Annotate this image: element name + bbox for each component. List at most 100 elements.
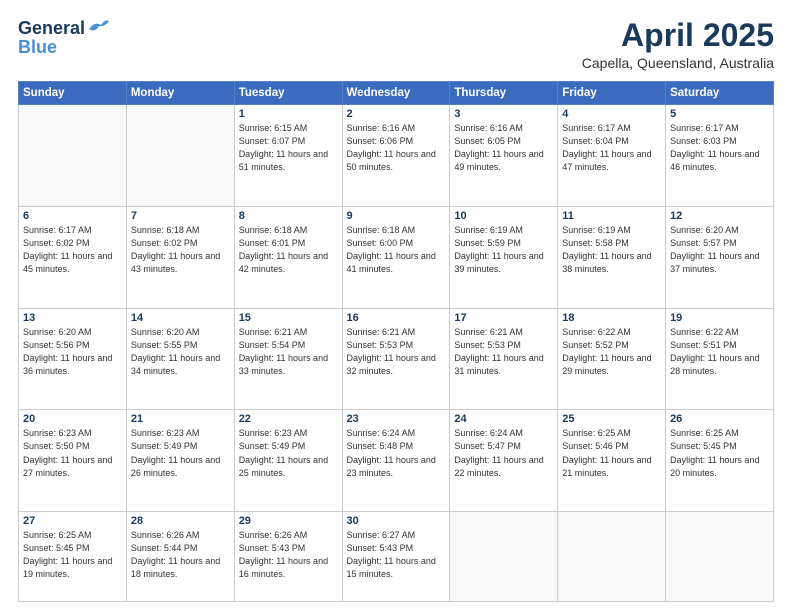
calendar-cell: 12 Sunrise: 6:20 AM Sunset: 5:57 PM Dayli… [666,206,774,308]
calendar-cell [558,512,666,602]
day-detail: Sunrise: 6:15 AM Sunset: 6:07 PM Dayligh… [239,122,338,174]
logo-blue-text: Blue [18,37,57,58]
day-detail: Sunrise: 6:26 AM Sunset: 5:43 PM Dayligh… [239,529,338,581]
calendar-cell: 29Sunrise: 6:26 AM Sunset: 5:43 PM Dayli… [234,512,342,602]
month-title: April 2025 [582,18,774,53]
day-number: 17 [454,312,553,324]
day-detail: Sunrise: 6:25 AM Sunset: 5:45 PM Dayligh… [23,529,122,581]
calendar-cell: 13Sunrise: 6:20 AM Sunset: 5:56 PM Dayli… [19,308,127,410]
location-text: Capella, Queensland, Australia [582,55,774,71]
calendar-cell: 28 Sunrise: 6:26 AM Sunset: 5:44 PM Dayli… [126,512,234,602]
calendar-cell: 2Sunrise: 6:16 AM Sunset: 6:06 PM Daylig… [342,105,450,207]
day-detail: Sunrise: 6:21 AM Sunset: 5:53 PM Dayligh… [347,326,446,378]
calendar-cell [126,105,234,207]
calendar-cell: 6 Sunrise: 6:17 AM Sunset: 6:02 PM Daylig… [19,206,127,308]
day-number: 20 [23,413,122,425]
calendar-cell: 3 Sunrise: 6:16 AM Sunset: 6:05 PM Daylig… [450,105,558,207]
calendar-cell: 15 Sunrise: 6:21 AM Sunset: 5:54 PM Dayli… [234,308,342,410]
day-detail: Sunrise: 6:17 AM Sunset: 6:02 PM Dayligh… [23,224,122,276]
day-number: 23 [347,413,446,425]
day-number: 24 [454,413,553,425]
calendar-row-1: 1 Sunrise: 6:15 AM Sunset: 6:07 PM Daylig… [19,105,774,207]
day-number: 27 [23,515,122,527]
day-detail: Sunrise: 6:25 AM Sunset: 5:45 PM Dayligh… [670,427,769,479]
day-number: 10 [454,210,553,222]
day-number: 5 [670,108,769,120]
day-number: 16 [347,312,446,324]
day-number: 11 [562,210,661,222]
calendar-cell: 5 Sunrise: 6:17 AM Sunset: 6:03 PM Daylig… [666,105,774,207]
day-detail: Sunrise: 6:20 AM Sunset: 5:56 PM Dayligh… [23,326,122,378]
day-number: 18 [562,312,661,324]
day-number: 6 [23,210,122,222]
day-detail: Sunrise: 6:17 AM Sunset: 6:04 PM Dayligh… [562,122,661,174]
calendar-header-row: Sunday Monday Tuesday Wednesday Thursday… [19,82,774,105]
day-detail: Sunrise: 6:20 AM Sunset: 5:57 PM Dayligh… [670,224,769,276]
day-detail: Sunrise: 6:18 AM Sunset: 6:01 PM Dayligh… [239,224,338,276]
day-number: 12 [670,210,769,222]
day-number: 21 [131,413,230,425]
calendar-row-2: 6 Sunrise: 6:17 AM Sunset: 6:02 PM Daylig… [19,206,774,308]
calendar-cell: 23Sunrise: 6:24 AM Sunset: 5:48 PM Dayli… [342,410,450,512]
day-number: 28 [131,515,230,527]
day-detail: Sunrise: 6:24 AM Sunset: 5:47 PM Dayligh… [454,427,553,479]
page: General Blue April 2025 Capella, Queensl… [0,0,792,612]
day-detail: Sunrise: 6:18 AM Sunset: 6:02 PM Dayligh… [131,224,230,276]
header: General Blue April 2025 Capella, Queensl… [18,18,774,71]
calendar-cell: 1 Sunrise: 6:15 AM Sunset: 6:07 PM Daylig… [234,105,342,207]
day-number: 1 [239,108,338,120]
day-number: 22 [239,413,338,425]
day-number: 15 [239,312,338,324]
day-detail: Sunrise: 6:16 AM Sunset: 6:05 PM Dayligh… [454,122,553,174]
col-tuesday: Tuesday [234,82,342,105]
calendar-cell: 17 Sunrise: 6:21 AM Sunset: 5:53 PM Dayli… [450,308,558,410]
calendar-cell: 24 Sunrise: 6:24 AM Sunset: 5:47 PM Dayli… [450,410,558,512]
calendar-cell: 21 Sunrise: 6:23 AM Sunset: 5:49 PM Dayli… [126,410,234,512]
calendar-cell [666,512,774,602]
calendar-row-3: 13Sunrise: 6:20 AM Sunset: 5:56 PM Dayli… [19,308,774,410]
day-detail: Sunrise: 6:22 AM Sunset: 5:51 PM Dayligh… [670,326,769,378]
day-detail: Sunrise: 6:21 AM Sunset: 5:54 PM Dayligh… [239,326,338,378]
day-number: 3 [454,108,553,120]
day-detail: Sunrise: 6:23 AM Sunset: 5:49 PM Dayligh… [131,427,230,479]
col-monday: Monday [126,82,234,105]
calendar-cell: 27 Sunrise: 6:25 AM Sunset: 5:45 PM Dayli… [19,512,127,602]
calendar-cell: 20Sunrise: 6:23 AM Sunset: 5:50 PM Dayli… [19,410,127,512]
day-number: 8 [239,210,338,222]
day-number: 26 [670,413,769,425]
calendar-row-5: 27 Sunrise: 6:25 AM Sunset: 5:45 PM Dayli… [19,512,774,602]
calendar-cell: 25Sunrise: 6:25 AM Sunset: 5:46 PM Dayli… [558,410,666,512]
calendar-cell: 9 Sunrise: 6:18 AM Sunset: 6:00 PM Daylig… [342,206,450,308]
logo-bird-icon [87,19,109,35]
day-detail: Sunrise: 6:21 AM Sunset: 5:53 PM Dayligh… [454,326,553,378]
day-detail: Sunrise: 6:17 AM Sunset: 6:03 PM Dayligh… [670,122,769,174]
day-detail: Sunrise: 6:26 AM Sunset: 5:44 PM Dayligh… [131,529,230,581]
col-sunday: Sunday [19,82,127,105]
calendar-cell: 26 Sunrise: 6:25 AM Sunset: 5:45 PM Dayli… [666,410,774,512]
calendar-cell: 30Sunrise: 6:27 AM Sunset: 5:43 PM Dayli… [342,512,450,602]
day-detail: Sunrise: 6:20 AM Sunset: 5:55 PM Dayligh… [131,326,230,378]
day-detail: Sunrise: 6:16 AM Sunset: 6:06 PM Dayligh… [347,122,446,174]
logo: General Blue [18,18,109,58]
col-thursday: Thursday [450,82,558,105]
col-saturday: Saturday [666,82,774,105]
calendar-cell: 22 Sunrise: 6:23 AM Sunset: 5:49 PM Dayli… [234,410,342,512]
calendar-cell: 18 Sunrise: 6:22 AM Sunset: 5:52 PM Dayli… [558,308,666,410]
calendar-cell: 11 Sunrise: 6:19 AM Sunset: 5:58 PM Dayli… [558,206,666,308]
calendar-cell: 19Sunrise: 6:22 AM Sunset: 5:51 PM Dayli… [666,308,774,410]
day-detail: Sunrise: 6:18 AM Sunset: 6:00 PM Dayligh… [347,224,446,276]
logo-general-text: General [18,18,85,39]
day-number: 25 [562,413,661,425]
col-friday: Friday [558,82,666,105]
col-wednesday: Wednesday [342,82,450,105]
day-detail: Sunrise: 6:22 AM Sunset: 5:52 PM Dayligh… [562,326,661,378]
day-detail: Sunrise: 6:19 AM Sunset: 5:59 PM Dayligh… [454,224,553,276]
day-detail: Sunrise: 6:27 AM Sunset: 5:43 PM Dayligh… [347,529,446,581]
day-number: 9 [347,210,446,222]
calendar-cell: 8 Sunrise: 6:18 AM Sunset: 6:01 PM Daylig… [234,206,342,308]
day-number: 4 [562,108,661,120]
day-detail: Sunrise: 6:23 AM Sunset: 5:49 PM Dayligh… [239,427,338,479]
title-block: April 2025 Capella, Queensland, Australi… [582,18,774,71]
day-detail: Sunrise: 6:19 AM Sunset: 5:58 PM Dayligh… [562,224,661,276]
calendar-row-4: 20Sunrise: 6:23 AM Sunset: 5:50 PM Dayli… [19,410,774,512]
